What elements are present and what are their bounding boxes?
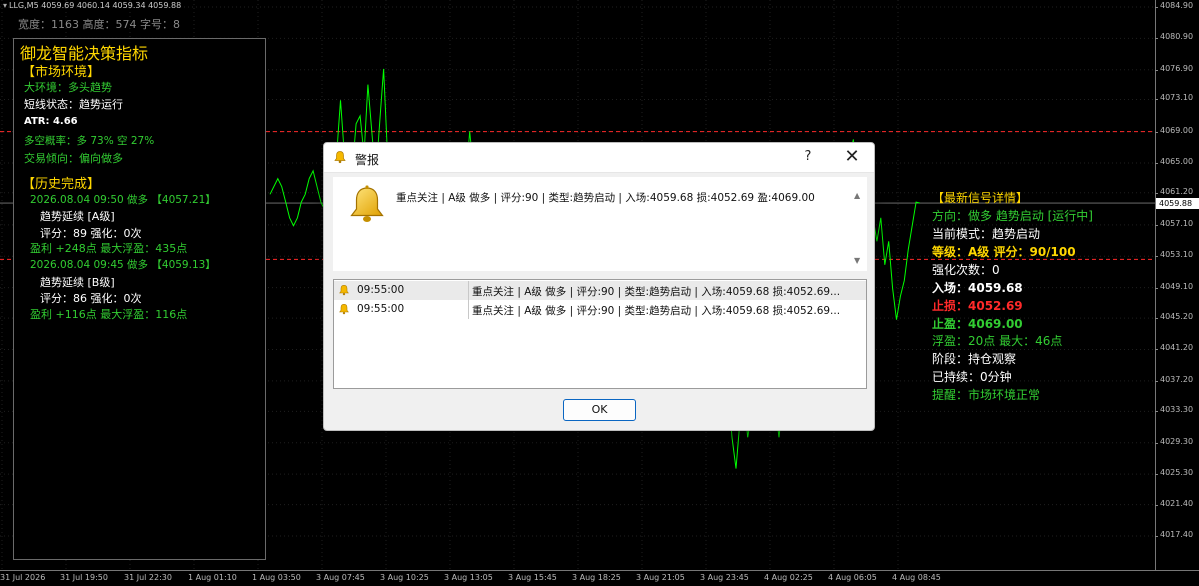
signal-header: 【最新信号详情】 bbox=[932, 191, 1029, 205]
column-divider bbox=[468, 281, 469, 300]
indicator-panel: 御龙智能决策指标 【市场环境】 大环境：多头趋势 短线状态：趋势运行 ATR: … bbox=[13, 38, 266, 560]
alert-bell-icon bbox=[350, 185, 384, 222]
signal-target: 止盈：4069.00 bbox=[932, 317, 1023, 331]
price-tick-label: 4073.10 bbox=[1154, 93, 1194, 103]
signal-reinforce: 强化次数：0 bbox=[932, 263, 1000, 277]
collapse-triangle-icon[interactable]: ▾ bbox=[3, 1, 7, 10]
time-tick-label: 3 Aug 21:05 bbox=[636, 573, 685, 582]
time-tick-label: 1 Aug 03:50 bbox=[252, 573, 301, 582]
time-tick-label: 1 Aug 01:10 bbox=[188, 573, 237, 582]
symbol-quote: LLG,M5 4059.69 4060.14 4059.34 4059.88 bbox=[9, 1, 182, 10]
history-header: 【历史完成】 bbox=[22, 177, 101, 192]
price-tick-label: 4084.90 bbox=[1154, 1, 1194, 10]
signal-direction: 方向：做多 趋势启动 [运行中] bbox=[932, 209, 1093, 223]
price-tick-label: 4017.40 bbox=[1154, 530, 1194, 539]
tendency-text: 交易倾向：偏向做多 bbox=[24, 152, 123, 165]
price-tick-label: 4053.10 bbox=[1154, 250, 1194, 260]
alert-message: 重点关注 | A级 做多 | 评分:90 | 类型:趋势启动 | 入场:4059… bbox=[396, 192, 815, 204]
price-tick-label: 4076.90 bbox=[1154, 63, 1194, 73]
symbol-info: ▾ LLG,M5 4059.69 4060.14 4059.34 4059.88 bbox=[3, 1, 181, 10]
history-1-profit: 盈利 +248点 最大浮盈：435点 bbox=[30, 242, 188, 255]
price-tick-label: 4021.40 bbox=[1154, 498, 1194, 508]
price-axis[interactable]: 4084.90 4080.90 4076.90 4073.10 4069.00 4065.… bbox=[1154, 0, 1199, 570]
dialog-titlebar[interactable]: 警报 ? ✕ bbox=[324, 143, 874, 173]
time-tick-label: 3 Aug 15:45 bbox=[508, 573, 557, 582]
signal-mode: 当前模式：趋势启动 bbox=[932, 227, 1041, 241]
price-tick-label: 4057.10 bbox=[1154, 218, 1194, 228]
signal-reminder: 提醒：市场环境正常 bbox=[932, 388, 1041, 402]
history-1-type: 趋势延续 [A级] bbox=[40, 210, 115, 223]
scroll-up-icon[interactable]: ▲ bbox=[854, 191, 860, 200]
history-2-type: 趋势延续 [B级] bbox=[40, 276, 115, 289]
signal-stage: 阶段：持仓观察 bbox=[932, 352, 1017, 366]
time-tick-label: 31 Jul 2026 bbox=[0, 573, 46, 582]
ok-button[interactable]: OK bbox=[563, 399, 636, 421]
price-tick-label: 4049.10 bbox=[1154, 281, 1194, 291]
time-tick-label: 4 Aug 08:45 bbox=[892, 573, 941, 582]
history-2-score: 评分：86 强化：0次 bbox=[40, 292, 142, 305]
bell-icon bbox=[334, 151, 346, 164]
help-button[interactable]: ? bbox=[798, 149, 818, 164]
price-tick-label: 4065.00 bbox=[1154, 156, 1194, 166]
signal-stop: 止损：4052.69 bbox=[932, 299, 1023, 313]
list-item[interactable]: 09:55:00 重点关注 | A级 做多 | 评分:90 | 类型:趋势启动 … bbox=[334, 281, 866, 300]
column-divider bbox=[468, 300, 469, 319]
short-state-text: 短线状态：趋势运行 bbox=[24, 98, 123, 111]
list-item-message: 重点关注 | A级 做多 | 评分:90 | 类型:趋势启动 | 入场:4059… bbox=[472, 286, 841, 298]
price-tick-label: 4045.20 bbox=[1154, 312, 1194, 322]
signal-entry: 入场：4059.68 bbox=[932, 281, 1023, 295]
time-tick-label: 3 Aug 13:05 bbox=[444, 573, 493, 582]
alert-message-box: 重点关注 | A级 做多 | 评分:90 | 类型:趋势启动 | 入场:4059… bbox=[333, 177, 867, 271]
dimensions-info: 宽度：1163 高度：574 字号：8 bbox=[18, 18, 180, 31]
probability-text: 多空概率：多 73% 空 27% bbox=[24, 135, 155, 147]
price-tick-label: 4069.00 bbox=[1154, 125, 1194, 135]
current-price-label: 4059.88 bbox=[1156, 198, 1199, 210]
alert-history-list[interactable]: 09:55:00 重点关注 | A级 做多 | 评分:90 | 类型:趋势启动 … bbox=[333, 279, 867, 389]
scroll-down-icon[interactable]: ▼ bbox=[854, 256, 860, 265]
price-tick-label: 4025.30 bbox=[1154, 468, 1194, 478]
price-tick-label: 4041.20 bbox=[1154, 343, 1194, 353]
price-tick-label: 4029.30 bbox=[1154, 436, 1194, 446]
history-2-profit: 盈利 +116点 最大浮盈：116点 bbox=[30, 308, 188, 321]
bell-icon bbox=[339, 284, 349, 296]
price-tick-label: 4037.20 bbox=[1154, 374, 1194, 384]
history-1-time: 2026.08.04 09:50 做多 【4057.21】 bbox=[30, 194, 216, 206]
bell-icon bbox=[339, 303, 349, 315]
dialog-title: 警报 bbox=[355, 153, 380, 167]
time-tick-label: 4 Aug 06:05 bbox=[828, 573, 877, 582]
history-2-time: 2026.08.04 09:45 做多 【4059.13】 bbox=[30, 259, 216, 271]
message-scrollbar[interactable]: ▲ ▼ bbox=[850, 177, 867, 271]
time-tick-label: 31 Jul 22:30 bbox=[124, 573, 172, 582]
alert-dialog[interactable]: 警报 ? ✕ 重点关注 | A级 做多 | 评分:90 | 类型:趋势启动 | … bbox=[323, 142, 875, 431]
big-env-text: 大环境：多头趋势 bbox=[24, 81, 112, 94]
time-tick-label: 3 Aug 10:25 bbox=[380, 573, 429, 582]
list-item-time: 09:55:00 bbox=[357, 303, 405, 315]
time-tick-label: 4 Aug 02:25 bbox=[764, 573, 813, 582]
time-axis[interactable]: 31 Jul 2026 31 Jul 19:50 31 Jul 22:30 1 Aug… bbox=[0, 570, 1199, 586]
list-item[interactable]: 09:55:00 重点关注 | A级 做多 | 评分:90 | 类型:趋势启动 … bbox=[334, 300, 866, 319]
time-tick-label: 3 Aug 23:45 bbox=[700, 573, 749, 582]
time-tick-label: 3 Aug 07:45 bbox=[316, 573, 365, 582]
signal-held: 已持续：0分钟 bbox=[932, 370, 1012, 384]
time-tick-label: 31 Jul 19:50 bbox=[60, 573, 108, 582]
close-button[interactable]: ✕ bbox=[842, 146, 862, 167]
price-tick-label: 4061.20 bbox=[1154, 186, 1194, 196]
signal-grade: 等级：A级 评分：90/100 bbox=[932, 245, 1076, 259]
price-tick-label: 4080.90 bbox=[1154, 32, 1194, 42]
history-1-score: 评分：89 强化：0次 bbox=[40, 227, 142, 240]
signal-float: 浮盈：20点 最大：46点 bbox=[932, 334, 1063, 348]
time-tick-label: 3 Aug 18:25 bbox=[572, 573, 621, 582]
price-tick-label: 4033.30 bbox=[1154, 405, 1194, 415]
market-env-header: 【市场环境】 bbox=[22, 65, 101, 80]
list-item-message: 重点关注 | A级 做多 | 评分:90 | 类型:趋势启动 | 入场:4059… bbox=[472, 305, 841, 317]
atr-text: ATR: 4.66 bbox=[24, 116, 78, 127]
list-item-time: 09:55:00 bbox=[357, 284, 405, 296]
